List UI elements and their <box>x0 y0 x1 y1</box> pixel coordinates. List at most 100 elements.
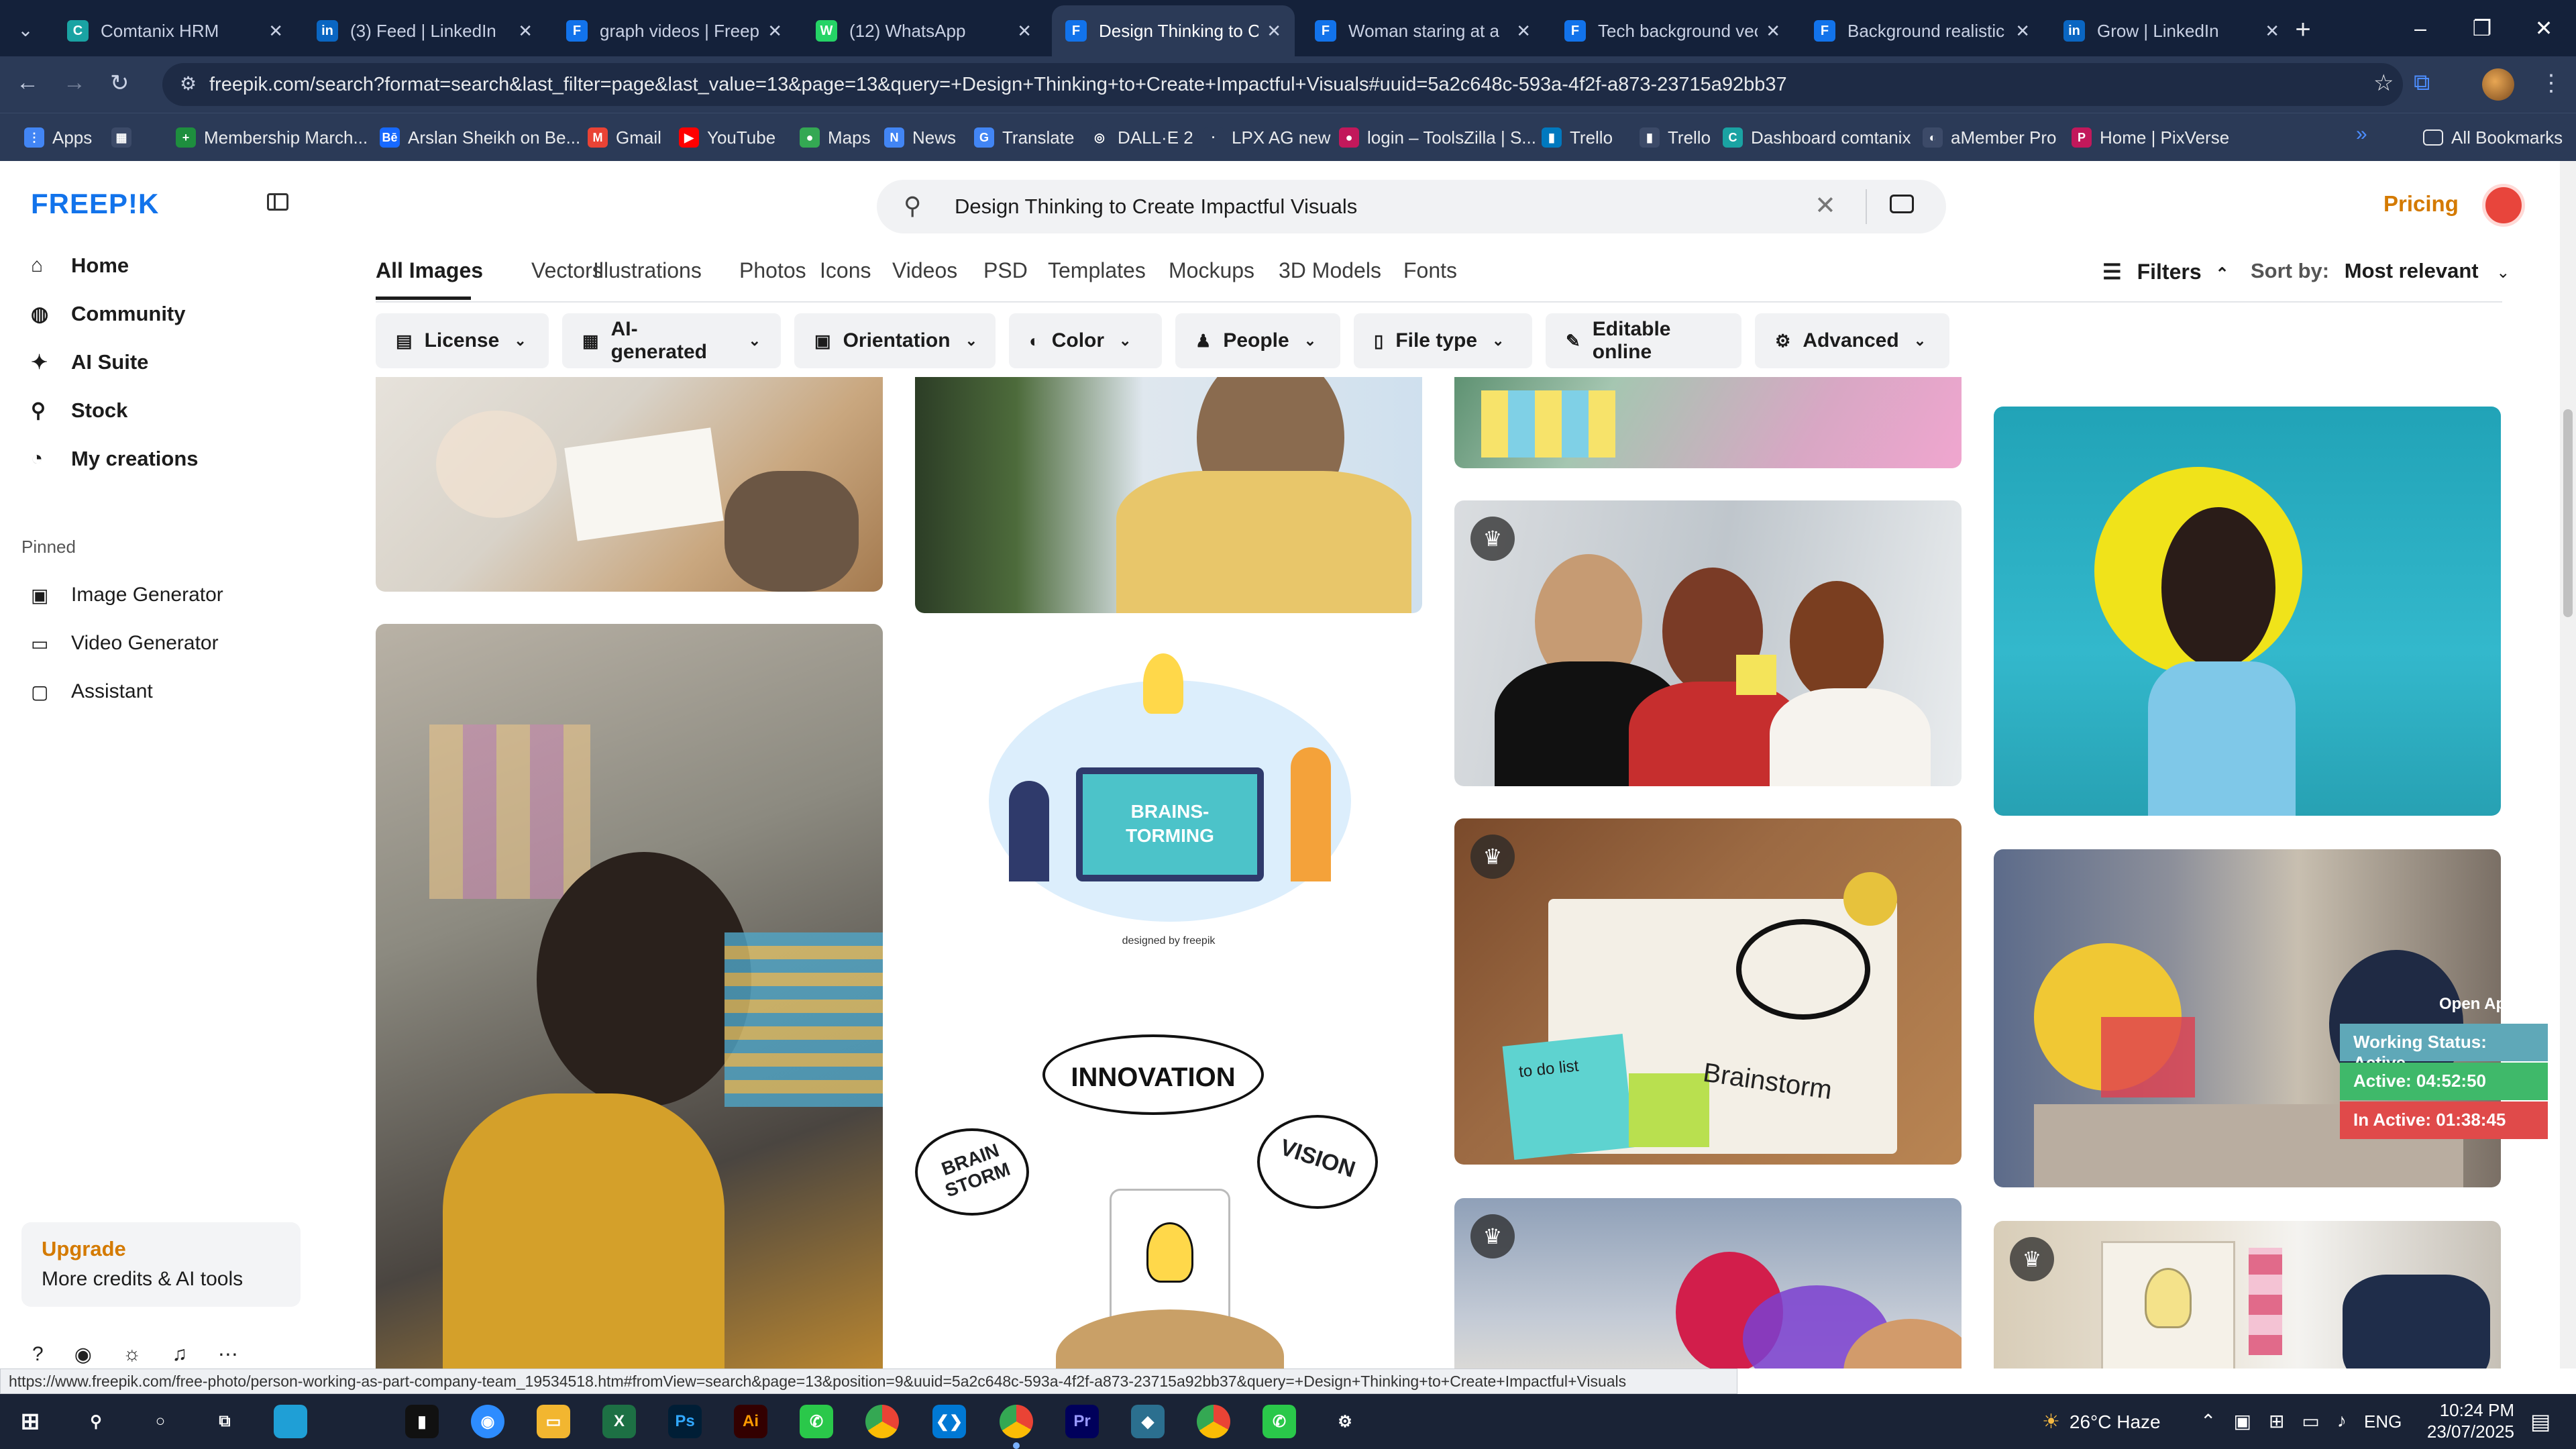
search-input[interactable]: Design Thinking to Create Impactful Visu… <box>955 195 1357 219</box>
more-options-icon[interactable]: ⋯ <box>218 1343 238 1366</box>
tray-device-icon[interactable]: ⊞ <box>2269 1410 2284 1432</box>
bookmark-item[interactable]: ◐ aMember Pro <box>1923 123 2057 152</box>
pinned-item-assistant[interactable]: ▢ Assistant <box>31 680 153 703</box>
upgrade-card[interactable]: Upgrade More credits & AI tools <box>21 1222 301 1307</box>
filter-license[interactable]: ▤ License ⌄ <box>376 313 549 368</box>
network-icon[interactable]: ▭ <box>2302 1410 2319 1432</box>
profile-avatar[interactable] <box>2482 68 2514 101</box>
bookmark-item[interactable]: G Translate <box>974 123 1074 152</box>
result-image-brainstorm-notebook[interactable]: ♛ to do list Brainstorm <box>1454 818 1962 1165</box>
bookmark-item[interactable]: P Home | PixVerse <box>2072 123 2229 152</box>
filter-ai-generated[interactable]: ▦ AI-generated ⌄ <box>562 313 781 368</box>
filter-file-type[interactable]: ▯ File type ⌄ <box>1354 313 1532 368</box>
category-tab-psd[interactable]: PSD <box>983 258 1028 283</box>
category-tab-fonts[interactable]: Fonts <box>1403 258 1457 283</box>
close-tab-icon[interactable]: ✕ <box>1017 21 1032 42</box>
volume-icon[interactable]: ♪ <box>2337 1410 2347 1432</box>
back-icon[interactable]: ← <box>16 70 39 96</box>
filter-people[interactable]: ♟ People ⌄ <box>1175 313 1340 368</box>
result-image-man-whiteboard[interactable] <box>915 377 1422 613</box>
browser-tab[interactable]: C Comtanix HRM ✕ <box>54 5 297 56</box>
vscode-app-icon[interactable]: ❮❯ <box>932 1405 966 1438</box>
tray-app-icon[interactable]: ▣ <box>2233 1410 2251 1432</box>
category-tab-illustrations[interactable]: Illustrations <box>593 258 702 283</box>
sidebar-item-home[interactable]: ⌂ Home <box>31 254 129 278</box>
close-tab-icon[interactable]: ✕ <box>767 21 782 42</box>
cortana-icon[interactable]: ○ <box>144 1405 177 1438</box>
bookmark-item[interactable]: ▶ YouTube <box>679 123 775 152</box>
browser-menu-icon[interactable]: ⋮ <box>2540 70 2563 97</box>
category-tab-vectors[interactable]: Vectors <box>531 258 603 283</box>
illustrator-app-icon[interactable]: Ai <box>734 1405 767 1438</box>
filter-orientation[interactable]: ▣ Orientation ⌄ <box>794 313 996 368</box>
weather-widget[interactable]: ☀ 26°C Haze <box>2042 1410 2161 1434</box>
new-tab-button[interactable]: + <box>2284 11 2322 48</box>
bookmark-star-icon[interactable]: ☆ <box>2373 70 2394 97</box>
bookmark-item[interactable]: ● Maps <box>800 123 871 152</box>
category-tab-mockups[interactable]: Mockups <box>1169 258 1254 283</box>
scrollbar-thumb[interactable] <box>2563 409 2573 617</box>
clock[interactable]: 10:24 PM 23/07/2025 <box>2414 1399 2514 1442</box>
close-window-button[interactable]: ✕ <box>2513 0 2575 56</box>
user-avatar[interactable] <box>2482 184 2525 227</box>
pricing-link[interactable]: Pricing <box>2383 191 2459 217</box>
freepik-logo[interactable]: FREEP!K <box>31 188 159 220</box>
pinned-item-image-generator[interactable]: ▣ Image Generator <box>31 584 223 606</box>
bookmark-item[interactable]: ▮ Trello <box>1542 123 1613 152</box>
tray-chevron-icon[interactable]: ⌃ <box>2200 1410 2216 1432</box>
chrome-app-icon[interactable] <box>865 1405 899 1438</box>
help-icon[interactable]: ? <box>32 1343 44 1366</box>
browser-tab[interactable]: F Background realistic ✕ <box>1801 5 2043 56</box>
result-image-sticky-notes-table[interactable] <box>1454 377 1962 468</box>
all-bookmarks[interactable]: All Bookmarks <box>2423 123 2563 152</box>
close-tab-icon[interactable]: ✕ <box>2015 21 2030 42</box>
bookmark-item[interactable]: ◎ DALL·E 2 <box>1089 123 1193 152</box>
zoom-app-icon[interactable]: ◉ <box>471 1405 504 1438</box>
close-tab-icon[interactable]: ✕ <box>268 21 283 42</box>
close-tab-icon[interactable]: ✕ <box>518 21 533 42</box>
notification-bell-icon[interactable]: ♫ <box>172 1343 187 1366</box>
photoshop-app-icon[interactable]: Ps <box>668 1405 702 1438</box>
premiere-app-icon[interactable]: Pr <box>1065 1405 1099 1438</box>
category-tab-all-images[interactable]: All Images <box>376 258 483 283</box>
result-image-team-whiteboard[interactable]: ♛ <box>1454 500 1962 786</box>
chat-app-icon[interactable]: ✆ <box>800 1405 833 1438</box>
bookmark-item[interactable]: Bē Arslan Sheikh on Be... <box>380 123 580 152</box>
language-indicator[interactable]: ENG <box>2364 1411 2402 1432</box>
settings-app-icon[interactable]: ⚙ <box>1328 1405 1362 1438</box>
result-image-lightbulb-splash[interactable]: ♛ <box>1454 1198 1962 1368</box>
app-diamond-icon[interactable]: ◆ <box>1131 1405 1165 1438</box>
discord-icon[interactable]: ◉ <box>74 1343 92 1366</box>
reload-icon[interactable]: ↻ <box>110 70 129 97</box>
site-info-icon[interactable]: ⚙ <box>180 72 197 95</box>
close-tab-icon[interactable]: ✕ <box>2265 21 2279 42</box>
bookmark-item[interactable]: + Membership March... <box>176 123 368 152</box>
bookmark-item[interactable]: M Gmail <box>588 123 661 152</box>
browser-tab[interactable]: in (3) Feed | LinkedIn ✕ <box>303 5 546 56</box>
sidebar-item-my-creations[interactable]: ◔ My creations <box>31 447 199 471</box>
pinned-item-video-generator[interactable]: ▭ Video Generator <box>31 632 219 655</box>
sort-control[interactable]: Sort by: Most relevant ⌄ <box>2251 259 2510 283</box>
minimize-button[interactable]: – <box>2390 0 2451 56</box>
sidebar-item-ai-suite[interactable]: ✦ AI Suite <box>31 350 148 374</box>
category-tab-3d-models[interactable]: 3D Models <box>1279 258 1381 283</box>
browser-tab[interactable]: Fgraph videos | Freepik ✕ <box>553 5 796 56</box>
category-tab-videos[interactable]: Videos <box>892 258 957 283</box>
excel-app-icon[interactable]: X <box>602 1405 636 1438</box>
category-tab-templates[interactable]: Templates <box>1048 258 1146 283</box>
result-image-women-working[interactable] <box>376 624 883 1368</box>
restore-button[interactable]: ❐ <box>2451 0 2513 56</box>
filter-color[interactable]: ◐ Color ⌄ <box>1009 313 1162 368</box>
result-image-lightbulb-desk[interactable]: ♛ <box>1994 1221 2501 1368</box>
category-tab-photos[interactable]: Photos <box>739 258 806 283</box>
forward-icon[interactable]: → <box>63 70 86 96</box>
start-button[interactable]: ⊞ <box>13 1405 47 1438</box>
browser-tab[interactable]: in Grow | LinkedIn ✕ <box>2050 5 2293 56</box>
more-bookmarks-icon[interactable]: » <box>2356 123 2367 146</box>
chrome-second-app-icon[interactable] <box>1197 1405 1230 1438</box>
address-bar[interactable]: ⚙ freepik.com/search?format=search&last_… <box>162 63 2403 106</box>
bookmark-item[interactable]: ▮ Trello <box>1640 123 1711 152</box>
search-bar[interactable]: ⚲ Design Thinking to Create Impactful Vi… <box>877 180 1946 233</box>
filters-toggle[interactable]: ☰ Filters ⌃ <box>2102 259 2229 284</box>
bookmark-item[interactable]: · LPX AG new <box>1203 123 1330 152</box>
